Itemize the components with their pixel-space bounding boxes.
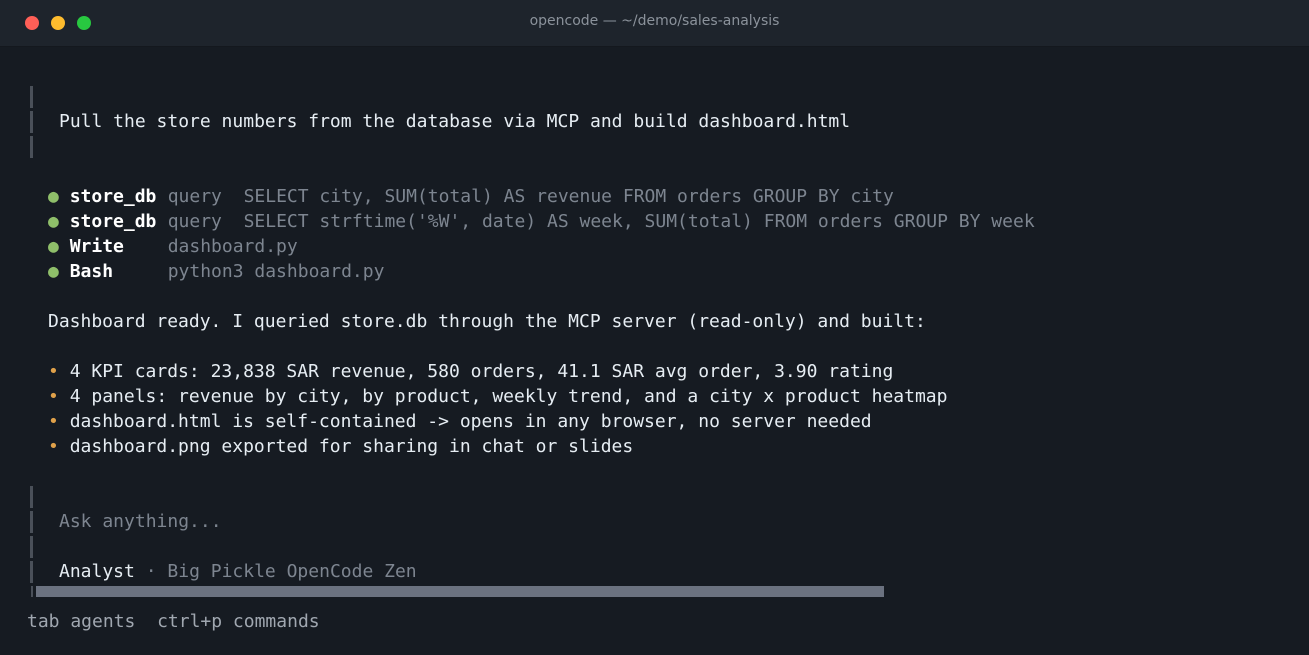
- tool-kind: query: [167, 211, 222, 232]
- window-title: opencode — ~/demo/sales-analysis: [529, 13, 780, 29]
- status-dot-icon: ●: [48, 236, 59, 257]
- model-name[interactable]: Big Pickle OpenCode Zen: [167, 561, 416, 582]
- user-prompt-text: Pull the store numbers from the database…: [59, 111, 851, 132]
- bullet-text: dashboard.png exported for sharing in ch…: [69, 436, 634, 457]
- response-summary: Dashboard ready. I queried store.db thro…: [48, 311, 926, 332]
- prompt-border: [30, 111, 33, 133]
- tool-detail: SELECT city, SUM(total) AS revenue FROM …: [243, 186, 894, 207]
- agents-hint[interactable]: tab agents: [27, 611, 135, 632]
- list-item: • dashboard.html is self-contained -> op…: [48, 409, 872, 434]
- input-border: [30, 511, 33, 533]
- bullet-icon: •: [48, 361, 59, 382]
- bullet-text: 4 panels: revenue by city, by product, w…: [69, 386, 948, 407]
- tool-call-row: ● Bash python3 dashboard.py: [48, 259, 384, 284]
- bullet-text: 4 KPI cards: 23,838 SAR revenue, 580 ord…: [69, 361, 894, 382]
- status-dot-icon: ●: [48, 261, 59, 282]
- tool-name: Write: [69, 236, 124, 257]
- status-dot-icon: ●: [48, 186, 59, 207]
- list-item: • 4 panels: revenue by city, by product,…: [48, 384, 947, 409]
- tool-name: Bash: [69, 261, 114, 282]
- commands-hint[interactable]: ctrl+p commands: [157, 611, 320, 632]
- tool-name: store_db: [69, 211, 157, 232]
- agent-selector[interactable]: Analyst: [59, 561, 135, 582]
- window-titlebar: opencode — ~/demo/sales-analysis: [0, 0, 1309, 47]
- input-border: [30, 536, 33, 558]
- tool-detail: dashboard.py: [167, 236, 298, 257]
- footer-hints: tab agents ctrl+p commands: [27, 609, 320, 634]
- input-border: [30, 561, 33, 583]
- bullet-text: dashboard.html is self-contained -> open…: [69, 411, 872, 432]
- list-item: • dashboard.png exported for sharing in …: [48, 434, 633, 459]
- list-item: • 4 KPI cards: 23,838 SAR revenue, 580 o…: [48, 359, 893, 384]
- scrollbar-start: [31, 586, 33, 597]
- tool-call-row: ● Write dashboard.py: [48, 234, 298, 259]
- bullet-icon: •: [48, 411, 59, 432]
- input-border: [30, 486, 33, 508]
- horizontal-scrollbar[interactable]: [36, 586, 884, 597]
- agent-model-line: Analyst · Big Pickle OpenCode Zen: [59, 561, 417, 582]
- tool-kind: query: [167, 186, 222, 207]
- prompt-border: [30, 136, 33, 158]
- tool-call-row: ● store_db query SELECT city, SUM(total) …: [48, 184, 894, 209]
- tool-detail: python3 dashboard.py: [167, 261, 385, 282]
- prompt-border: [30, 86, 33, 108]
- chat-input[interactable]: Ask anything...: [59, 509, 859, 534]
- tool-name: store_db: [69, 186, 157, 207]
- bullet-icon: •: [48, 386, 59, 407]
- bullet-icon: •: [48, 436, 59, 457]
- status-dot-icon: ●: [48, 211, 59, 232]
- tool-call-row: ● store_db query SELECT strftime('%W', da…: [48, 209, 1035, 234]
- tool-detail: SELECT strftime('%W', date) AS week, SUM…: [243, 211, 1035, 232]
